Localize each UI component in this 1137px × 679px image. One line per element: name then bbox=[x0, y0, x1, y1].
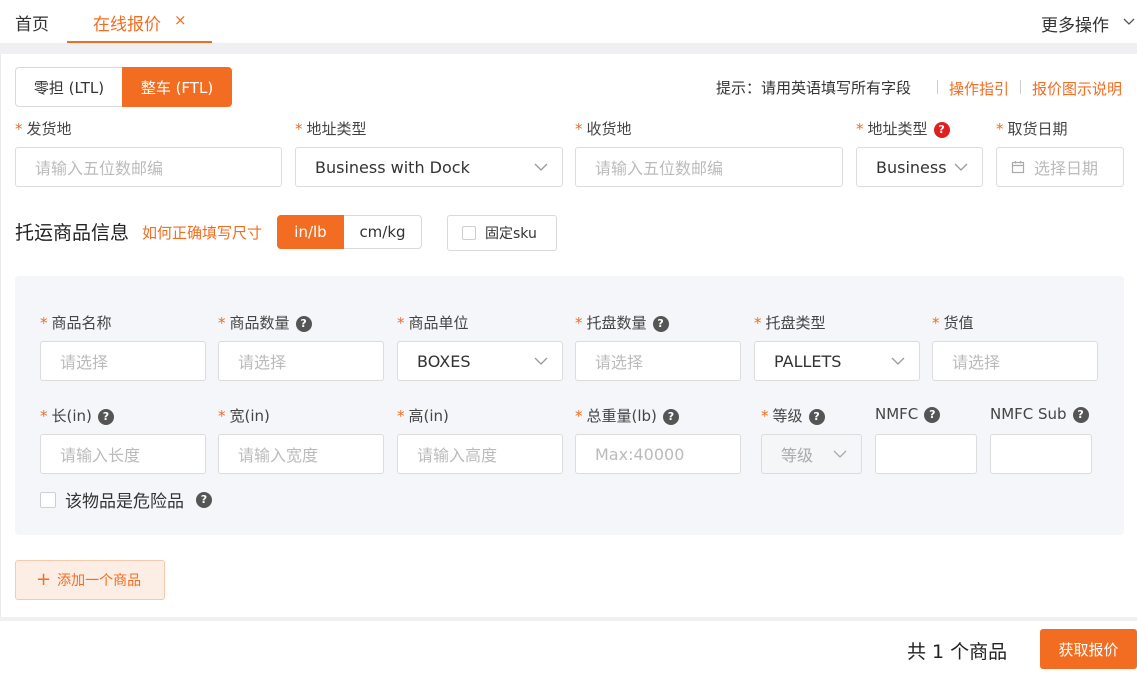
item-unit-select[interactable]: BOXES bbox=[397, 341, 563, 381]
origin-zip-input[interactable]: 请输入五位数邮编 bbox=[15, 147, 282, 187]
item-name-select[interactable]: 请选择 bbox=[40, 341, 206, 381]
pickup-date-label: * 取货日期 bbox=[996, 120, 1068, 138]
height-input[interactable]: 请输入高度 bbox=[397, 434, 563, 474]
freight-class-label: * 等级? bbox=[761, 405, 825, 426]
length-input[interactable]: 请输入长度 bbox=[40, 434, 206, 474]
pallet-type-label: * 托盘类型 bbox=[754, 314, 826, 332]
help-icon[interactable]: ? bbox=[924, 407, 941, 423]
tab-online-quote[interactable]: 在线报价 × bbox=[67, 0, 212, 43]
tab-online-quote-label: 在线报价 bbox=[93, 15, 161, 35]
calendar-icon bbox=[1011, 161, 1025, 174]
help-icon[interactable]: ? bbox=[933, 122, 950, 138]
chevron-down-icon bbox=[954, 163, 968, 171]
length-label: * 长(in)? bbox=[40, 405, 114, 426]
add-item-button[interactable]: + 添加一个商品 bbox=[15, 560, 165, 600]
total-weight-label: * 总重量(lb)? bbox=[575, 405, 679, 426]
tab-bar: 首页 在线报价 × 更多操作 bbox=[0, 0, 1137, 43]
ftl-mode-button[interactable]: 整车 (FTL) bbox=[122, 67, 232, 107]
divider bbox=[1020, 80, 1021, 94]
nmfc-sub-label: NMFC Sub? bbox=[990, 405, 1089, 423]
unit-cm-kg-button[interactable]: cm/kg bbox=[344, 215, 422, 249]
destination-label: * 收货地 bbox=[575, 120, 632, 138]
checkbox[interactable] bbox=[40, 491, 56, 508]
destination-zip-input[interactable]: 请输入五位数邮编 bbox=[575, 147, 843, 187]
origin-label: * 发货地 bbox=[15, 120, 72, 138]
item-name-label: * 商品名称 bbox=[40, 314, 112, 332]
freight-class-select[interactable]: 等级 bbox=[761, 434, 862, 474]
help-icon[interactable]: ? bbox=[97, 409, 114, 425]
destination-address-type-select[interactable]: Business bbox=[856, 147, 983, 187]
nmfc-sub-input[interactable] bbox=[990, 434, 1092, 474]
pallet-quantity-input[interactable]: 请选择 bbox=[575, 341, 741, 381]
item-unit-label: * 商品单位 bbox=[397, 314, 469, 332]
fixed-sku-checkbox[interactable]: 固定sku bbox=[447, 215, 557, 251]
chevron-down-icon bbox=[833, 450, 847, 458]
destination-address-type-label: * 地址类型? bbox=[856, 118, 950, 139]
divider bbox=[0, 54, 1, 619]
height-label: * 高(in) bbox=[397, 407, 449, 425]
origin-address-type-label: * 地址类型 bbox=[295, 120, 367, 138]
width-label: * 宽(in) bbox=[218, 407, 270, 425]
goods-section-title: 托运商品信息 bbox=[15, 222, 130, 244]
size-help-link[interactable]: 如何正确填写尺寸 bbox=[142, 222, 262, 243]
pickup-date-input[interactable]: 选择日期 bbox=[996, 147, 1124, 187]
close-icon[interactable]: × bbox=[174, 11, 187, 29]
chevron-down-icon bbox=[534, 163, 548, 171]
quote-diagram-link[interactable]: 报价图示说明 bbox=[1032, 78, 1122, 99]
pallet-quantity-label: * 托盘数量? bbox=[575, 312, 669, 333]
hint-text: 提示：请用英语填写所有字段 bbox=[716, 79, 912, 97]
goods-value-input[interactable]: 请选择 bbox=[932, 341, 1098, 381]
item-total-count: 共 1 个商品 bbox=[907, 641, 1008, 663]
item-quantity-label: * 商品数量? bbox=[218, 312, 312, 333]
dangerous-goods-label: 该物品是危险品 bbox=[65, 492, 184, 512]
chevron-down-icon bbox=[534, 357, 548, 365]
total-weight-input[interactable]: Max:40000 bbox=[575, 434, 741, 474]
divider bbox=[937, 80, 938, 94]
unit-in-lb-button[interactable]: in/lb bbox=[277, 215, 344, 249]
tab-home[interactable]: 首页 bbox=[15, 10, 49, 35]
checkbox[interactable] bbox=[462, 226, 476, 240]
help-icon[interactable]: ? bbox=[196, 491, 212, 508]
more-actions-button[interactable]: 更多操作 bbox=[1041, 11, 1109, 36]
help-icon[interactable]: ? bbox=[808, 409, 825, 425]
origin-address-type-select[interactable]: Business with Dock bbox=[295, 147, 563, 187]
operation-guide-link[interactable]: 操作指引 bbox=[949, 78, 1009, 99]
nmfc-input[interactable] bbox=[875, 434, 977, 474]
help-icon[interactable]: ? bbox=[652, 316, 669, 332]
item-quantity-input[interactable]: 请选择 bbox=[218, 341, 384, 381]
plus-icon: + bbox=[36, 569, 52, 590]
chevron-down-icon bbox=[891, 357, 905, 365]
goods-value-label: * 货值 bbox=[932, 314, 974, 332]
help-icon[interactable]: ? bbox=[295, 316, 312, 332]
help-icon[interactable]: ? bbox=[662, 409, 679, 425]
dangerous-goods-checkbox[interactable]: 该物品是危险品 ? bbox=[40, 487, 212, 512]
chevron-down-icon[interactable] bbox=[1123, 15, 1135, 27]
divider bbox=[0, 617, 1137, 621]
nmfc-label: NMFC? bbox=[875, 405, 941, 423]
width-input[interactable]: 请输入宽度 bbox=[218, 434, 384, 474]
help-icon[interactable]: ? bbox=[1072, 407, 1089, 423]
pallet-type-select[interactable]: PALLETS bbox=[754, 341, 920, 381]
ltl-mode-button[interactable]: 零担 (LTL) bbox=[15, 67, 122, 107]
divider bbox=[0, 43, 1137, 54]
get-quote-button[interactable]: 获取报价 bbox=[1040, 629, 1137, 669]
